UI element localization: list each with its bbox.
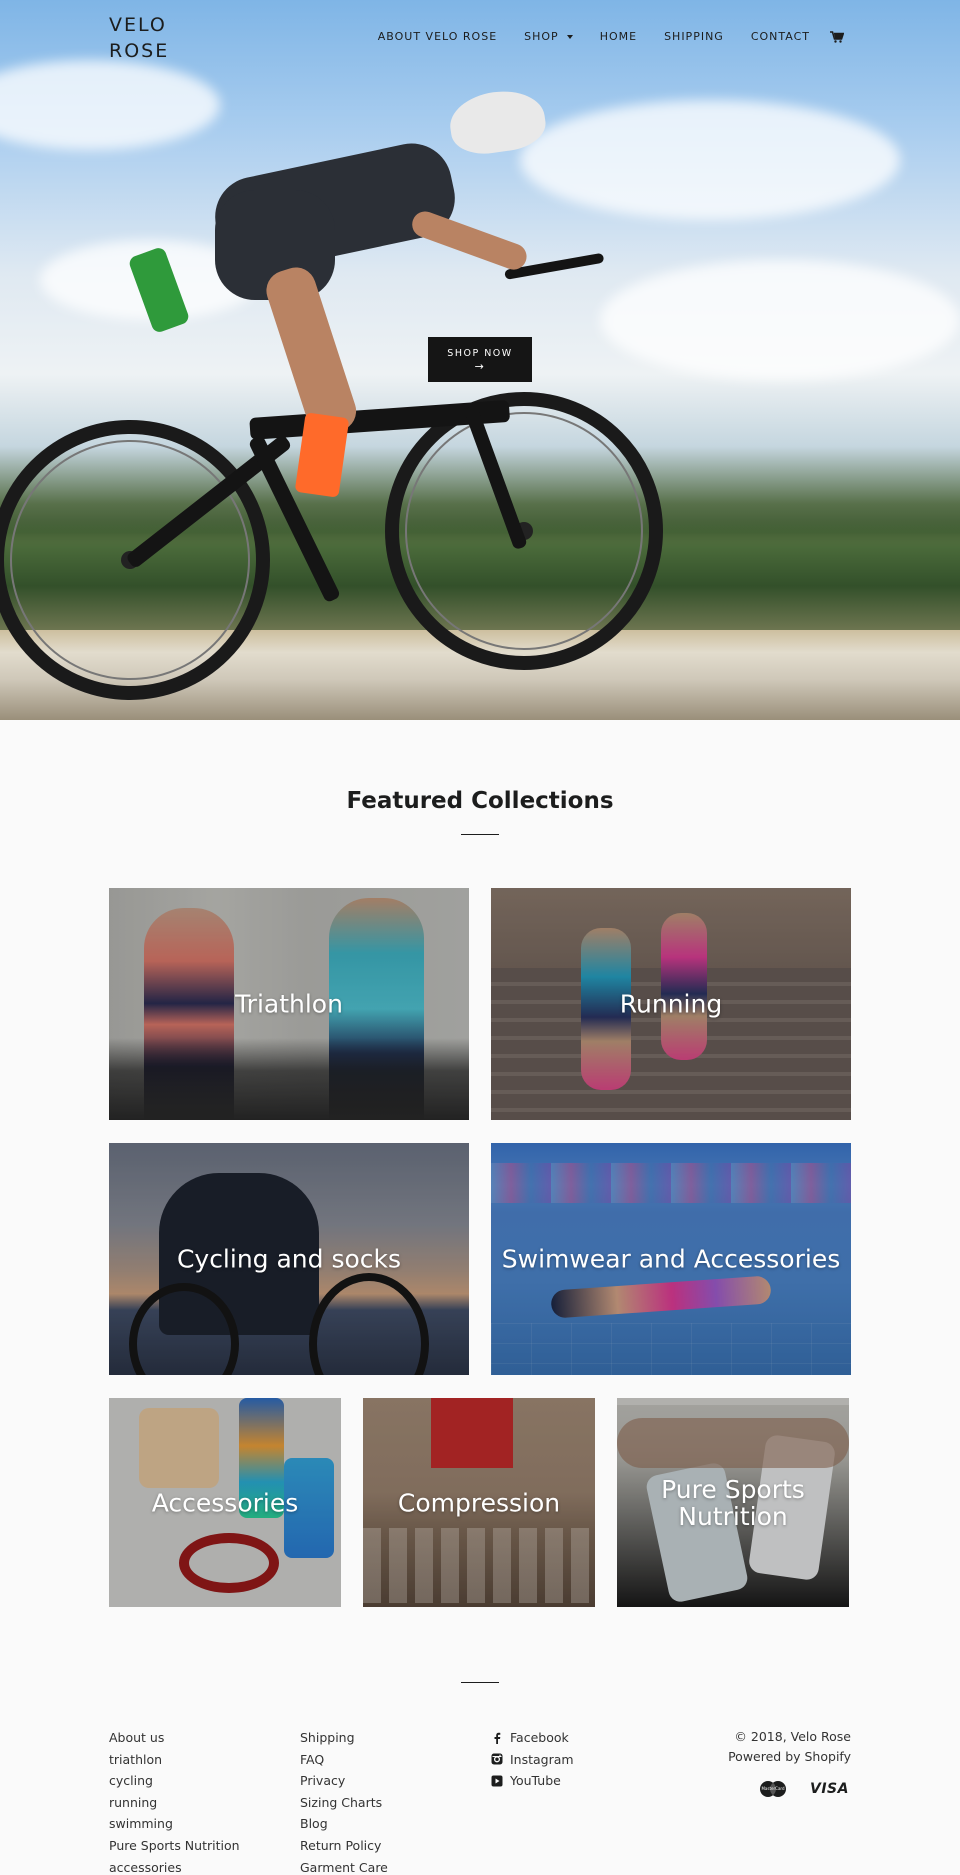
title-divider <box>461 834 499 835</box>
nav-shop-label: SHOP <box>524 30 559 43</box>
collection-running[interactable]: Running <box>491 888 851 1120</box>
site-header: VELO ROSE ABOUT VELO ROSE SHOP HOME SHIP… <box>0 0 960 80</box>
youtube-icon <box>491 1775 503 1787</box>
collection-label: Running <box>619 989 723 1019</box>
main-menu: ABOUT VELO ROSE SHOP HOME SHIPPING CONTA… <box>351 30 844 43</box>
footer-link-return-policy[interactable]: Return Policy <box>300 1835 388 1857</box>
social-label: Instagram <box>510 1751 574 1767</box>
footer-link-triathlon[interactable]: triathlon <box>109 1749 240 1771</box>
social-facebook[interactable]: Facebook <box>491 1727 574 1749</box>
arrow-right-icon: → <box>474 360 486 373</box>
site-logo[interactable]: VELO ROSE <box>109 12 189 64</box>
footer-copyright-block: © 2018, Velo Rose Powered by Shopify <box>728 1727 851 1766</box>
collection-compression[interactable]: Compression <box>363 1398 595 1607</box>
payment-icons: MasterCard VISA <box>758 1780 849 1798</box>
collection-pure-sports-nutrition[interactable]: Pure Sports Nutrition <box>617 1398 849 1607</box>
front-wheel <box>385 392 663 670</box>
collection-triathlon[interactable]: Triathlon <box>109 888 469 1120</box>
footer-link-cycling[interactable]: cycling <box>109 1770 240 1792</box>
collection-label: Cycling and socks <box>176 1244 402 1274</box>
hero-banner: SHOP NOW → <box>0 0 960 720</box>
footer-link-swimming[interactable]: swimming <box>109 1813 240 1835</box>
featured-collections-title: Featured Collections <box>346 788 614 814</box>
rider-arm <box>408 207 531 274</box>
nav-about-velo-rose[interactable]: ABOUT VELO ROSE <box>378 30 497 43</box>
social-youtube[interactable]: YouTube <box>491 1770 574 1792</box>
footer-social: Facebook Instagram YouTube <box>491 1727 574 1792</box>
footer-link-about-us[interactable]: About us <box>109 1727 240 1749</box>
visa-icon: VISA <box>810 1781 849 1797</box>
footer-link-garment-care[interactable]: Garment Care <box>300 1857 388 1875</box>
collection-label: Compression <box>397 1488 561 1517</box>
nav-contact[interactable]: CONTACT <box>751 30 810 43</box>
collection-label: Triathlon <box>235 989 343 1019</box>
mastercard-icon: MasterCard <box>758 1780 788 1798</box>
footer-link-pure-sports-nutrition[interactable]: Pure Sports Nutrition <box>109 1835 240 1857</box>
footer-link-privacy[interactable]: Privacy <box>300 1770 388 1792</box>
footer-links-info: Shipping FAQ Privacy Sizing Charts Blog … <box>300 1727 388 1875</box>
collection-accessories[interactable]: Accessories <box>109 1398 341 1607</box>
social-instagram[interactable]: Instagram <box>491 1749 574 1771</box>
cloud <box>520 100 900 220</box>
footer-divider <box>461 1682 499 1683</box>
instagram-icon <box>491 1753 503 1765</box>
collection-cycling-and-socks[interactable]: Cycling and socks <box>109 1143 469 1375</box>
footer-link-running[interactable]: running <box>109 1792 240 1814</box>
collection-label: Accessories <box>151 1488 299 1517</box>
collection-label: Swimwear and Accessories <box>501 1244 841 1274</box>
caret-down-icon <box>566 34 573 39</box>
nav-shipping[interactable]: SHIPPING <box>664 30 724 43</box>
footer-link-shipping[interactable]: Shipping <box>300 1727 388 1749</box>
nav-shop[interactable]: SHOP <box>524 30 573 43</box>
footer-link-accessories[interactable]: accessories <box>109 1857 240 1875</box>
collection-swimwear-and-accessories[interactable]: Swimwear and Accessories <box>491 1143 851 1375</box>
social-label: Facebook <box>510 1730 569 1745</box>
footer-link-sizing-charts[interactable]: Sizing Charts <box>300 1792 388 1814</box>
cart-icon[interactable] <box>830 30 844 43</box>
footer-links-main: About us triathlon cycling running swimm… <box>109 1727 240 1875</box>
shop-now-label: SHOP NOW <box>447 348 513 359</box>
powered-by-shopify-link[interactable]: Powered by Shopify <box>728 1747 851 1767</box>
facebook-icon <box>491 1732 503 1744</box>
footer-link-blog[interactable]: Blog <box>300 1813 388 1835</box>
orange-sock <box>294 412 350 498</box>
footer-link-faq[interactable]: FAQ <box>300 1749 388 1771</box>
shop-now-button[interactable]: SHOP NOW → <box>428 337 532 382</box>
nav-home[interactable]: HOME <box>600 30 637 43</box>
social-label: YouTube <box>510 1773 561 1789</box>
cloud <box>600 260 960 380</box>
copyright-text: © 2018, Velo Rose <box>734 1729 851 1744</box>
collection-label: Pure Sports Nutrition <box>661 1474 805 1531</box>
